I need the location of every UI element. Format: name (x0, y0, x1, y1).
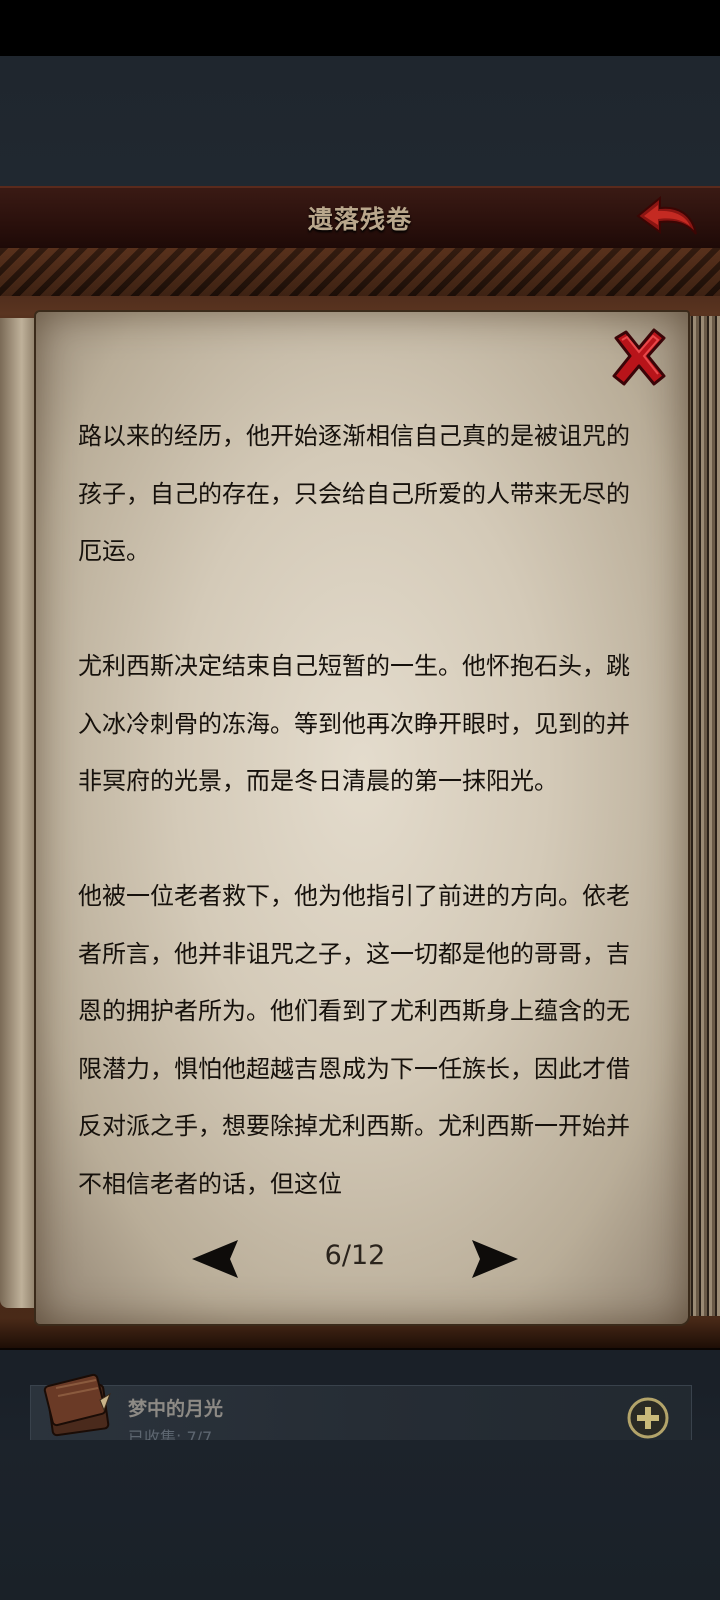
story-text: 路以来的经历，他开始逐渐相信自己真的是被诅咒的孩子，自己的存在，只会给自己所爱的… (78, 422, 630, 1198)
next-page-button[interactable] (470, 1238, 520, 1280)
collection-count: 已收集: 7/7 (128, 1428, 213, 1440)
close-x-icon (612, 328, 666, 386)
plus-circle-icon (627, 1397, 669, 1439)
add-button[interactable] (626, 1396, 670, 1440)
back-button[interactable] (634, 194, 700, 242)
collection-title: 梦中的月光 (128, 1398, 224, 1420)
prev-triangle-icon (192, 1240, 238, 1278)
book-stack-icon (40, 1370, 116, 1440)
frame-carving (0, 248, 720, 296)
page-number: 6/12 (324, 1240, 386, 1271)
title-bar: 遗落残卷 (0, 186, 720, 250)
close-button[interactable] (610, 328, 668, 386)
page-title: 遗落残卷 (307, 205, 412, 234)
back-arrow-icon (636, 195, 697, 235)
prev-page-button[interactable] (190, 1238, 240, 1280)
screen: 遗落残卷 路以来的经历，他开始逐渐相信自己真的是被诅咒的孩子，自己的存在，只会给… (0, 0, 720, 1600)
bottom-area (0, 1440, 720, 1600)
next-triangle-icon (472, 1240, 518, 1278)
page-navigator: 6/12 (190, 1234, 520, 1286)
